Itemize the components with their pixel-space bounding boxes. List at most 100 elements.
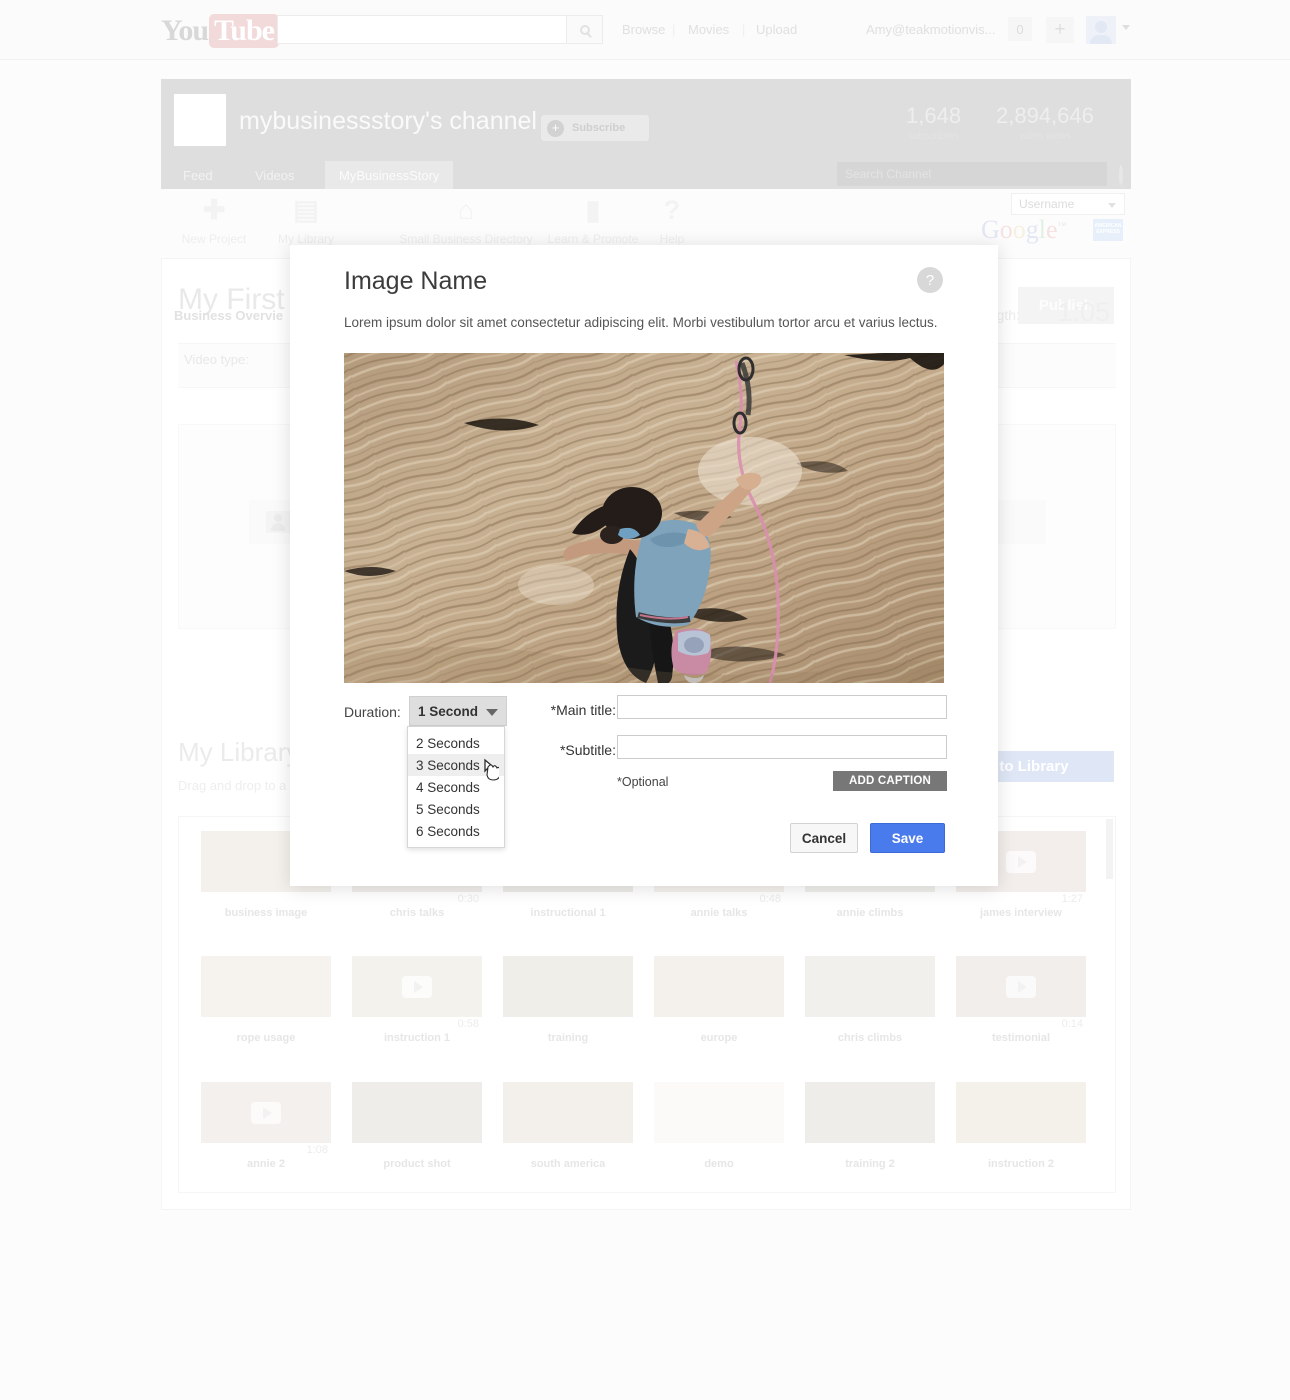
nav-divider-2: | bbox=[742, 22, 746, 37]
add-button[interactable]: + bbox=[1046, 17, 1074, 43]
duration-options-menu[interactable]: 2 Seconds 3 Seconds 4 Seconds 5 Seconds 6 Se… bbox=[407, 726, 505, 848]
library-item-duration bbox=[503, 892, 633, 905]
optional-note: *Optional bbox=[617, 775, 669, 789]
library-item-caption: annie climbs bbox=[836, 907, 904, 919]
library-item-thumbnail[interactable] bbox=[956, 1082, 1086, 1143]
toolbar-my-library[interactable]: ▤ My Library bbox=[246, 195, 366, 246]
tab-feed[interactable]: Feed bbox=[169, 161, 227, 189]
question-icon: ? bbox=[663, 195, 681, 225]
subscribe-label: Subscribe bbox=[572, 122, 626, 134]
library-item-caption: europe bbox=[700, 1032, 738, 1044]
trademark-symbol: ™ bbox=[1057, 220, 1067, 231]
nav-upload[interactable]: Upload bbox=[756, 22, 797, 37]
add-caption-button[interactable]: ADD CAPTION bbox=[833, 771, 947, 791]
grid-scrollbar[interactable] bbox=[1106, 819, 1113, 879]
library-item-duration bbox=[352, 1143, 482, 1156]
username-label: Username bbox=[1019, 197, 1075, 211]
duration-option[interactable]: 5 Seconds bbox=[408, 798, 504, 820]
subtitle-label: *Subtitle: bbox=[559, 742, 616, 758]
main-title-input[interactable] bbox=[617, 695, 947, 719]
question-mark-icon[interactable]: ? bbox=[917, 267, 943, 293]
library-item[interactable]: training 2 bbox=[805, 1082, 935, 1170]
play-icon[interactable] bbox=[1006, 850, 1036, 873]
subtitle-input[interactable] bbox=[617, 735, 947, 759]
youtube-logo[interactable]: You Tube bbox=[161, 14, 279, 48]
library-item-caption: annie talks bbox=[690, 907, 748, 919]
library-item-duration: 0:30 bbox=[457, 893, 479, 905]
duration-label: Duration: bbox=[344, 704, 401, 720]
library-item-caption: demo bbox=[704, 1158, 734, 1170]
toolbar-help[interactable]: ? Help bbox=[612, 195, 732, 246]
library-item-caption: chris talks bbox=[389, 907, 445, 919]
youtube-search-input[interactable] bbox=[277, 15, 567, 44]
library-item-thumbnail[interactable] bbox=[352, 956, 482, 1017]
library-heading: My Library bbox=[178, 737, 300, 767]
library-item-caption: testimonial bbox=[991, 1032, 1051, 1044]
duration-option[interactable]: 6 Seconds bbox=[408, 820, 504, 842]
library-item[interactable]: 0:58 instruction 1 bbox=[352, 956, 482, 1044]
library-item-thumbnail[interactable] bbox=[654, 956, 784, 1017]
library-item-duration bbox=[805, 892, 935, 905]
library-item-duration: 0:14 bbox=[1061, 1018, 1083, 1030]
library-item[interactable]: europe bbox=[654, 956, 784, 1044]
library-item-caption: instructional 1 bbox=[530, 907, 606, 919]
duration-select[interactable]: 1 Second bbox=[409, 696, 507, 726]
play-icon[interactable] bbox=[1006, 975, 1036, 998]
thumbnail-overlay bbox=[503, 1082, 633, 1143]
library-item-thumbnail[interactable] bbox=[201, 956, 331, 1017]
duration-selected-value: 1 Second bbox=[418, 703, 479, 719]
nav-divider-1: | bbox=[672, 22, 676, 37]
library-item-thumbnail[interactable] bbox=[805, 956, 935, 1017]
tab-mybusinessstory[interactable]: MyBusinessStory bbox=[325, 161, 454, 189]
library-item[interactable]: instruction 2 bbox=[956, 1082, 1086, 1170]
save-button[interactable]: Save bbox=[870, 823, 945, 853]
chevron-down-icon[interactable] bbox=[1122, 25, 1130, 30]
account-email[interactable]: Amy@teakmotionvis... bbox=[866, 22, 996, 37]
library-item-duration: 0:58 bbox=[457, 1018, 479, 1030]
library-item-thumbnail[interactable] bbox=[503, 1082, 633, 1143]
amex-line2: EXPRESS bbox=[1096, 229, 1120, 235]
library-item-caption: south america bbox=[530, 1158, 606, 1170]
library-item-thumbnail[interactable] bbox=[201, 1082, 331, 1143]
library-item[interactable]: rope usage bbox=[201, 956, 331, 1044]
library-item[interactable]: chris climbs bbox=[805, 956, 935, 1044]
library-item-caption: chris climbs bbox=[837, 1032, 903, 1044]
youtube-search-button[interactable] bbox=[567, 15, 603, 44]
library-item-thumbnail[interactable] bbox=[352, 1082, 482, 1143]
image-name-dialog: Image Name ? Lorem ipsum dolor sit amet … bbox=[290, 245, 998, 886]
user-avatar-icon[interactable] bbox=[1086, 16, 1116, 44]
play-icon[interactable] bbox=[402, 975, 432, 998]
channel-banner: mybusinessstory's channel + Subscribe 1,… bbox=[161, 79, 1131, 189]
library-item-thumbnail[interactable] bbox=[503, 956, 633, 1017]
library-item[interactable]: training bbox=[503, 956, 633, 1044]
library-item[interactable]: south america bbox=[503, 1082, 633, 1170]
library-item[interactable]: demo bbox=[654, 1082, 784, 1170]
nav-browse[interactable]: Browse bbox=[622, 22, 665, 37]
cancel-button[interactable]: Cancel bbox=[790, 823, 858, 853]
play-icon[interactable] bbox=[251, 1101, 281, 1124]
channel-search-input[interactable]: Search Channel bbox=[837, 162, 1107, 186]
subscribers-label: subscribers bbox=[907, 131, 960, 142]
notification-count[interactable]: 0 bbox=[1008, 17, 1032, 41]
thumbnail-overlay bbox=[654, 956, 784, 1017]
nav-movies[interactable]: Movies bbox=[688, 22, 729, 37]
length-value: 1:05 bbox=[1057, 297, 1110, 327]
channel-search-icon[interactable] bbox=[1119, 165, 1123, 186]
tab-videos[interactable]: Videos bbox=[241, 161, 309, 189]
library-item[interactable]: product shot bbox=[352, 1082, 482, 1170]
subscribe-button[interactable]: + Subscribe bbox=[541, 115, 649, 141]
video-type-value: Business Overvie bbox=[174, 308, 284, 323]
library-item-thumbnail[interactable] bbox=[654, 1082, 784, 1143]
youtube-masthead: You Tube Browse | Movies | Upload Amy@tea… bbox=[0, 0, 1290, 60]
mouse-cursor bbox=[484, 758, 499, 781]
library-item[interactable]: 0:14 testimonial bbox=[956, 956, 1086, 1044]
duration-option[interactable]: 2 Seconds bbox=[408, 732, 504, 754]
library-item-thumbnail[interactable] bbox=[805, 1082, 935, 1143]
channel-avatar bbox=[174, 94, 226, 146]
library-icon: ▤ bbox=[293, 195, 319, 225]
toolbar-help-label: Help bbox=[659, 232, 685, 246]
username-dropdown[interactable]: Username bbox=[1011, 193, 1125, 215]
library-item[interactable]: 1:08 annie 2 bbox=[201, 1082, 331, 1170]
library-item-thumbnail[interactable] bbox=[956, 956, 1086, 1017]
library-item-caption: instruction 1 bbox=[383, 1032, 450, 1044]
